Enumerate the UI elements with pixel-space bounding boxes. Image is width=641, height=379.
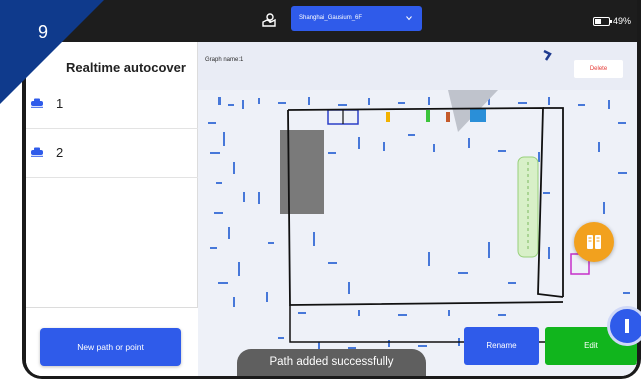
route-pin-icon[interactable]: [259, 11, 279, 31]
battery-status: 49%: [592, 13, 631, 29]
rename-button[interactable]: Rename: [464, 327, 539, 365]
map-canvas[interactable]: [198, 42, 637, 376]
graph-name-label: Graph name:1: [205, 57, 244, 63]
delete-button[interactable]: Delete: [574, 60, 623, 78]
map-view[interactable]: Graph name:1 Delete Rename Edit: [198, 42, 637, 376]
guide-button[interactable]: [574, 222, 614, 262]
chevron-down-icon: [406, 16, 412, 21]
step-badge: [0, 0, 104, 104]
book-icon: [587, 235, 601, 249]
step-number: 9: [38, 22, 49, 42]
screenshot-frame: Shanghai_Gausium_6F 49% Realtime autocov…: [0, 0, 641, 379]
map-header: Graph name:1: [198, 42, 637, 90]
status-bar: Shanghai_Gausium_6F 49%: [26, 0, 637, 42]
path-item-label: 2: [56, 145, 64, 160]
menu-fab-button[interactable]: [607, 306, 641, 346]
map-select-dropdown[interactable]: Shanghai_Gausium_6F: [291, 6, 422, 31]
path-list-item[interactable]: 2: [26, 130, 198, 178]
robot-icon: [31, 147, 43, 157]
battery-icon: [592, 16, 612, 26]
new-path-button[interactable]: New path or point: [40, 328, 181, 366]
battery-percent: 49%: [612, 16, 631, 26]
app-screen: Shanghai_Gausium_6F 49% Realtime autocov…: [26, 0, 637, 376]
panel-footer: New path or point: [26, 307, 198, 376]
menu-icon: [625, 319, 629, 333]
toast-message: Path added successfully: [237, 349, 426, 376]
map-select-label: Shanghai_Gausium_6F: [299, 15, 363, 21]
